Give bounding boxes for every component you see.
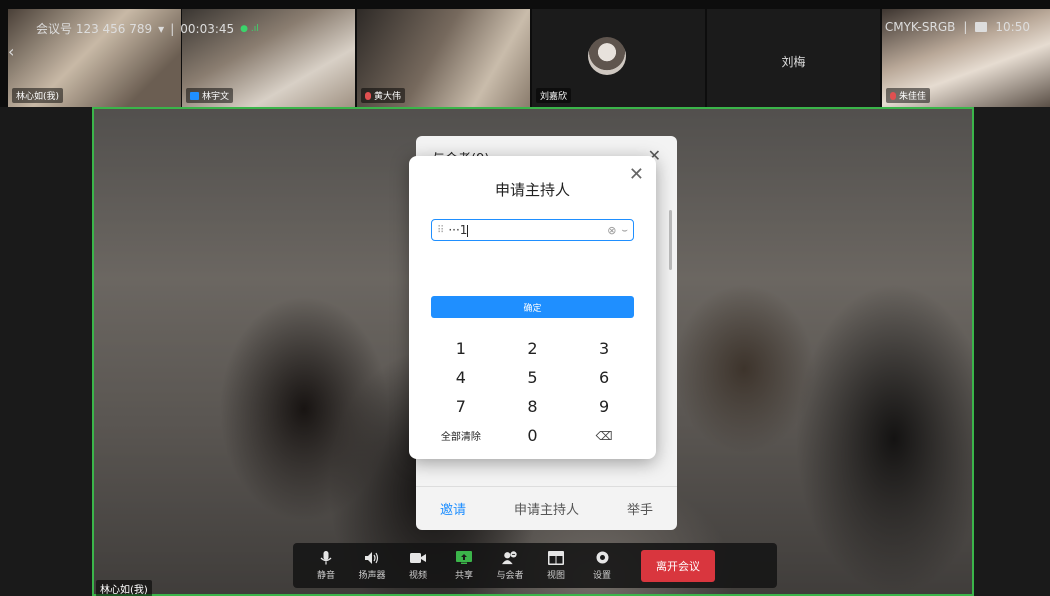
mute-label: 静音 — [316, 570, 335, 581]
dialog-title: 申请主持人 — [494, 181, 570, 199]
key-5[interactable]: 5 — [497, 368, 569, 387]
view-label: 视图 — [546, 570, 565, 581]
scroll-left-icon[interactable]: ‹ — [8, 42, 14, 61]
clock: 10:50 — [995, 20, 1030, 34]
microphone-icon — [318, 550, 334, 565]
battery-icon — [975, 22, 988, 32]
mute-button[interactable]: 静音 — [303, 550, 349, 581]
participant-name-tag: 林宇文 — [186, 88, 234, 103]
close-icon[interactable]: ✕ — [629, 164, 644, 185]
screen-share-icon — [190, 91, 199, 100]
leave-meeting-button[interactable]: 离开会议 — [641, 549, 715, 582]
participants-icon — [502, 551, 518, 565]
participant-name-tag: 林心如(我) — [12, 88, 64, 103]
mic-muted-icon — [365, 91, 371, 100]
participants-button[interactable]: 与会者 — [487, 551, 533, 581]
keypad-row: 7 8 9 — [425, 392, 640, 421]
video-button[interactable]: 视频 — [395, 551, 441, 581]
numeric-keypad: 1 2 3 4 5 6 7 8 9 全部清除 0 ⌫ — [425, 334, 640, 450]
speaker-label: 扬声器 — [358, 570, 386, 581]
top-right-info: CMYK-SRGB | 10:50 — [885, 20, 1030, 34]
participants-label: 与会者 — [496, 570, 524, 581]
key-8[interactable]: 8 — [497, 397, 569, 416]
participant-name-tag: 刘嘉欣 — [536, 88, 572, 103]
key-9[interactable]: 9 — [568, 397, 640, 416]
panel-scrollbar[interactable] — [669, 210, 672, 270]
key-1[interactable]: 1 — [425, 339, 497, 358]
key-7[interactable]: 7 — [425, 397, 497, 416]
panel-actions: 邀请 申请主持人 举手 — [416, 486, 677, 530]
video-label: 视频 — [408, 570, 427, 581]
key-4[interactable]: 4 — [425, 368, 497, 387]
info-separator: | — [170, 21, 175, 36]
raise-hand-button[interactable]: 举手 — [627, 499, 653, 518]
hide-password-icon[interactable]: ⌣ — [621, 225, 628, 236]
password-value: ···1 — [448, 223, 602, 237]
meeting-duration: 00:03:45 — [180, 21, 235, 36]
settings-label: 设置 — [592, 570, 611, 581]
meeting-info: 会议号 123 456 789 ▾ | 00:03:45 ● .ıl — [36, 20, 259, 37]
meeting-toolbar: 静音 扬声器 视频 共享 与会者 视图 设置 离开会议 — [293, 543, 777, 588]
clear-icon[interactable]: ⊗ — [607, 224, 616, 237]
participant-strip: 林心如(我) 林宇文 黄大伟 刘嘉欣 刘梅 朱佳佳 ‹ 会议号 123 456 … — [0, 0, 1050, 107]
clear-all-button[interactable]: 全部清除 — [425, 428, 497, 443]
main-speaker-name: 林心如(我) — [96, 580, 152, 596]
password-input[interactable]: ⠿ ···1 ⊗ ⌣ — [431, 219, 634, 241]
request-host-button[interactable]: 申请主持人 — [514, 499, 579, 518]
color-profile: CMYK-SRGB — [884, 20, 956, 34]
meeting-stage: 林心如(我) 林心如(我) 林宇文 黄大伟 刘嘉欣 刘梅 朱佳佳 ‹ 会议号 1… — [0, 0, 1050, 596]
invite-button[interactable]: 邀请 — [440, 499, 466, 518]
participant-name-tag: 黄大伟 — [361, 88, 406, 103]
view-button[interactable]: 视图 — [533, 550, 579, 581]
info-separator: | — [963, 20, 968, 34]
key-2[interactable]: 2 — [497, 339, 569, 358]
mic-muted-icon — [890, 91, 896, 100]
participant-tile[interactable]: 刘嘉欣 — [532, 9, 705, 107]
key-6[interactable]: 6 — [568, 368, 640, 387]
participant-name: 刘梅 — [781, 55, 806, 69]
avatar — [588, 37, 626, 75]
key-3[interactable]: 3 — [568, 339, 640, 358]
keypad-icon: ⠿ — [437, 224, 444, 236]
grid-view-icon — [548, 550, 564, 565]
keypad-row: 1 2 3 — [425, 334, 640, 363]
gear-icon — [594, 551, 610, 565]
password-text: ···1 — [448, 223, 468, 237]
speaker-button[interactable]: 扬声器 — [349, 551, 395, 581]
confirm-button[interactable]: 确定 — [431, 296, 634, 318]
signal-icon: ● .ıl — [240, 23, 259, 34]
speaker-icon — [364, 551, 380, 565]
settings-button[interactable]: 设置 — [579, 551, 625, 581]
participant-tile[interactable]: 刘梅 — [707, 9, 880, 107]
participant-name: 林心如(我) — [16, 92, 60, 102]
participant-name-tag: 朱佳佳 — [886, 88, 931, 103]
participant-name: 刘嘉欣 — [540, 92, 568, 102]
share-button[interactable]: 共享 — [441, 551, 487, 581]
camera-icon — [410, 551, 426, 565]
share-screen-icon — [456, 551, 472, 565]
participant-tile[interactable]: 黄大伟 — [357, 9, 530, 107]
share-label: 共享 — [454, 570, 473, 581]
request-host-dialog: 申请主持人 ✕ ⠿ ···1 ⊗ ⌣ 确定 1 2 3 4 5 6 7 8 9 — [409, 156, 656, 459]
text-caret — [467, 224, 469, 237]
backspace-icon[interactable]: ⌫ — [568, 429, 640, 443]
meeting-dropdown-icon[interactable]: ▾ — [158, 22, 164, 36]
key-0[interactable]: 0 — [497, 426, 569, 445]
keypad-row: 4 5 6 — [425, 363, 640, 392]
participant-name: 朱佳佳 — [899, 92, 927, 102]
keypad-row: 全部清除 0 ⌫ — [425, 421, 640, 450]
participant-name: 黄大伟 — [374, 92, 402, 102]
participant-name: 林宇文 — [202, 92, 230, 102]
meeting-id: 会议号 123 456 789 — [36, 22, 153, 36]
